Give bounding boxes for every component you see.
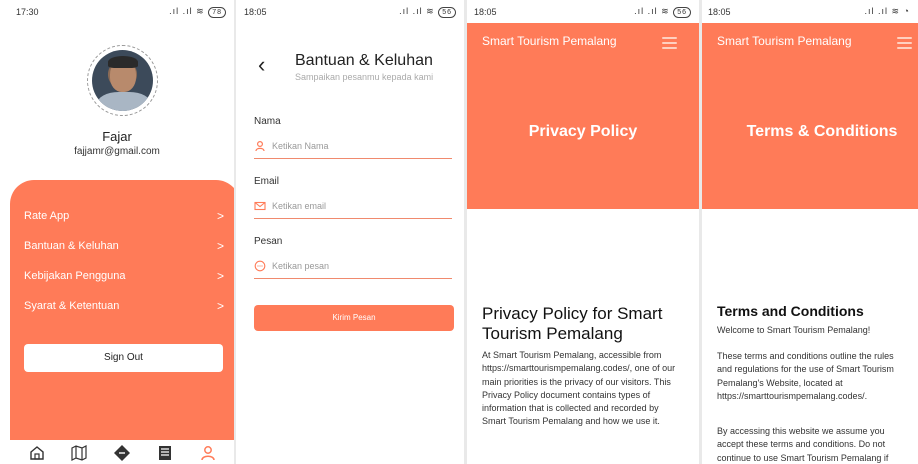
page-subtitle: Sampaikan pesanmu kepada kami [295, 72, 434, 82]
message-field[interactable]: Ketikan pesan [254, 257, 452, 279]
status-time: 18:05 [474, 7, 497, 17]
name-field[interactable]: Ketikan Nama [254, 137, 452, 159]
signal-wifi-icons: .ıl .ıl ≋ ◔ [864, 6, 910, 16]
map-icon[interactable] [70, 444, 88, 462]
document-heading: Terms and Conditions [717, 303, 864, 319]
signal-wifi-icons: .ıl .ıl ≋ 56 [634, 6, 691, 18]
document-paragraph-1: These terms and conditions outline the r… [717, 351, 894, 401]
status-bar: 18:05 .ıl .ıl ≋ 56 [467, 0, 699, 24]
email-label: Email [254, 176, 280, 187]
welcome-text: Welcome to Smart Tourism Pemalang! [717, 325, 871, 335]
mail-icon [254, 201, 266, 211]
hero-title: Privacy Policy [528, 123, 638, 140]
home-icon[interactable] [28, 444, 46, 462]
status-bar: 17:30 .ıl .ıl ≋ 78 [0, 0, 234, 24]
status-time: 17:30 [16, 7, 39, 17]
status-bar: 18:05 .ıl .ıl ≋ 56 [236, 0, 464, 24]
hamburger-menu-icon[interactable] [662, 37, 677, 52]
person-icon [255, 140, 265, 152]
news-icon[interactable] [156, 444, 174, 462]
battery-icon: 56 [438, 7, 456, 18]
terms-conditions-screen: 18:05 .ıl .ıl ≋ ◔ Smart Tourism Pemalang… [702, 0, 918, 464]
document-paragraph-2: By accessing this website we assume you … [717, 426, 889, 463]
avatar-photo [92, 50, 153, 111]
message-label: Pesan [254, 236, 283, 247]
profile-icon[interactable] [199, 444, 217, 462]
help-complaint-screen: 18:05 .ıl .ıl ≋ 56 ‹ Bantuan & Keluhan S… [236, 0, 464, 464]
profile-screen: 17:30 .ıl .ıl ≋ 78 Fajar fajjamr@gmail.c… [0, 0, 234, 464]
battery-icon: 56 [673, 7, 691, 18]
message-placeholder: Ketikan pesan [272, 261, 330, 271]
bottom-navigation [0, 440, 234, 464]
user-name: Fajar [102, 129, 132, 144]
brand-title[interactable]: Smart Tourism Pemalang [717, 34, 852, 48]
page-title: Bantuan & Keluhan [295, 52, 433, 69]
hero-title: Terms & Conditions [746, 123, 898, 140]
menu-item-label: Kebijakan Pengguna [24, 270, 126, 282]
name-placeholder: Ketikan Nama [272, 141, 329, 151]
chevron-right-icon: > [216, 239, 224, 253]
chat-bubble-icon [254, 260, 266, 272]
avatar[interactable] [87, 45, 158, 116]
chevron-right-icon: > [216, 299, 224, 313]
settings-panel: Rate App > Bantuan & Keluhan > Kebijakan… [10, 180, 234, 440]
sign-out-button[interactable]: Sign Out [24, 344, 223, 372]
name-label: Nama [254, 116, 281, 127]
brand-title[interactable]: Smart Tourism Pemalang [482, 34, 617, 48]
menu-item-bantuan-keluhan[interactable]: Bantuan & Keluhan > [24, 239, 224, 253]
status-time: 18:05 [244, 7, 267, 17]
menu-item-label: Syarat & Ketentuan [24, 300, 120, 312]
hamburger-menu-icon[interactable] [897, 37, 912, 52]
status-bar: 18:05 .ıl .ıl ≋ ◔ [702, 0, 918, 24]
menu-item-syarat-ketentuan[interactable]: Syarat & Ketentuan > [24, 299, 224, 313]
signal-wifi-icons: .ıl .ıl ≋ 78 [169, 6, 226, 18]
back-arrow-icon[interactable]: ‹ [258, 52, 265, 78]
chevron-right-icon: > [216, 209, 224, 223]
hero-banner: Smart Tourism Pemalang Privacy Policy [467, 23, 699, 209]
email-placeholder: Ketikan email [272, 201, 327, 211]
signal-wifi-icons: .ıl .ıl ≋ 56 [399, 6, 456, 18]
ticket-icon[interactable] [113, 444, 131, 462]
menu-item-rate-app[interactable]: Rate App > [24, 209, 224, 223]
menu-item-kebijakan-pengguna[interactable]: Kebijakan Pengguna > [24, 269, 224, 283]
privacy-policy-screen: 18:05 .ıl .ıl ≋ 56 Smart Tourism Pemalan… [467, 0, 699, 464]
email-field[interactable]: Ketikan email [254, 197, 452, 219]
send-message-button[interactable]: Kirim Pesan [254, 305, 454, 331]
battery-icon: 78 [208, 7, 226, 18]
menu-item-label: Rate App [24, 210, 70, 222]
chevron-right-icon: > [216, 269, 224, 283]
document-paragraph: At Smart Tourism Pemalang, accessible fr… [482, 350, 676, 427]
hero-banner: Smart Tourism Pemalang Terms & Condition… [702, 23, 918, 209]
user-email: fajjamr@gmail.com [74, 146, 160, 157]
menu-item-label: Bantuan & Keluhan [24, 240, 119, 252]
status-time: 18:05 [708, 7, 731, 17]
document-heading: Privacy Policy for Smart Tourism Pemalan… [482, 304, 663, 343]
